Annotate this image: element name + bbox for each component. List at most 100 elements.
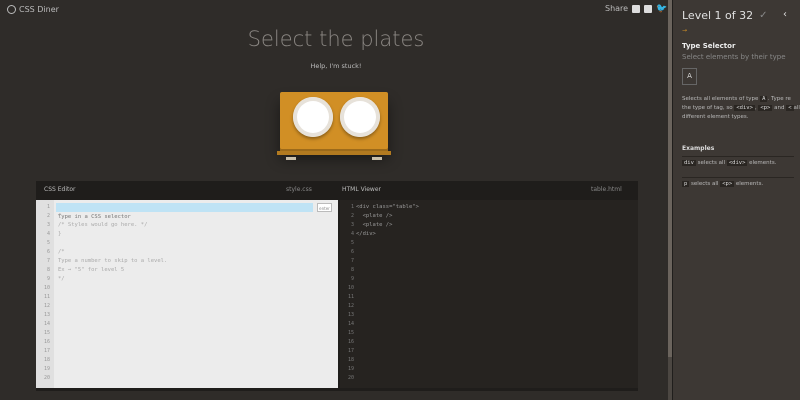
example-text: elements. [747,160,777,166]
code-tag: div [682,160,696,166]
code-tag: <p> [720,181,735,187]
code-line: /* Styles would go here. */ [58,222,148,228]
line-number: 6 [46,249,50,255]
code-line: <plate /> [356,222,393,228]
level-instruction: Select the plates [247,27,425,51]
description-text: and [772,105,787,111]
line-number: 12 [347,303,354,309]
code-line: Type a number to skip to a level. [58,258,168,264]
line-number: 9 [350,276,354,282]
html-viewer: 1 2 3 4 5 6 7 8 9 10 11 12 13 14 15 16 17 18 19 20 <div cla… [340,200,638,388]
html-viewer-title: HTML Viewer [342,186,381,193]
line-number: 13 [347,312,354,318]
code-tag: <p> [758,105,773,111]
level-label: Level 1 of 32 [682,9,754,22]
line-number: 7 [46,258,50,264]
line-number: 15 [43,330,50,336]
line-number: 20 [43,375,50,381]
app-name: CSS Diner [19,5,59,14]
plate [340,97,380,137]
css-gutter: 1 2 3 4 5 6 7 8 9 10 11 12 13 14 15 16 17 18 19 20 [36,200,54,388]
checkmark-icon: ✓ [759,10,768,21]
description-text: the type of tag, so [682,105,735,111]
code-tag: < [786,105,794,111]
line-number: 4 [46,231,50,237]
code-tag: <div> [734,105,755,111]
example-text: selects all [695,160,727,166]
line-number: 10 [347,285,354,291]
line-number: 17 [347,348,354,354]
enter-button[interactable]: enter [317,203,332,212]
level-sidebar: Level 1 of 32 ✓ ‹ → Type Selector Select… [672,0,800,400]
description-text: . Type re [767,96,791,102]
dinner-table [277,92,391,160]
twitter-icon[interactable]: 🐦 [656,4,667,13]
css-editor: 1234567891011121314151617181920 enter {/… [36,200,338,388]
line-number: 3 [46,222,50,228]
line-number: 19 [43,366,50,372]
code-line: } [58,231,62,237]
line-number: 7 [350,258,354,264]
plate [293,97,333,137]
line-number: 3 [350,222,354,228]
line-number: 9 [46,276,50,282]
logo-icon [7,5,16,14]
line-number: 5 [350,240,354,246]
line-number: 4 [350,231,354,237]
line-number: 2 [46,213,50,219]
example-divider [682,177,794,178]
selector-title: Select elements by their type [682,53,786,61]
example-text: elements. [734,181,764,187]
example-divider [682,156,794,157]
line-number: 18 [43,357,50,363]
line-number: 1 [350,204,354,210]
selector-name: Type Selector [682,42,736,50]
selector-input-row [56,203,317,222]
previous-level-arrow-icon[interactable]: ‹ [783,9,787,20]
app-logo[interactable]: CSS Diner [7,5,59,14]
code-line: { [58,213,62,219]
selector-syntax: A [682,68,697,85]
level-header: Level 1 of 32 ✓ [682,9,768,22]
line-number: 8 [46,267,50,273]
code-line: </div> [356,231,376,237]
mail-icon[interactable] [632,4,641,13]
line-number: 19 [347,366,354,372]
level-progress: → [682,27,688,34]
selector-description: Selects all elements of type A. Type re t… [682,95,800,122]
line-number: 12 [43,303,50,309]
line-number: 16 [347,339,354,345]
line-number: 11 [43,294,50,300]
line-number: 2 [350,213,354,219]
line-number: 16 [43,339,50,345]
table-leg [372,157,382,160]
facebook-icon[interactable] [644,4,653,13]
line-number: 5 [46,240,50,246]
line-number: 6 [350,249,354,255]
examples-title: Examples [682,145,715,152]
line-number: 13 [43,312,50,318]
code-tag: <div> [726,160,748,166]
code-line: <div class="table"> [356,204,419,210]
help-link[interactable]: Help, I'm stuck! [0,62,672,70]
line-number: 20 [347,375,354,381]
line-number: 14 [347,321,354,327]
table-edge [277,151,391,155]
example-text: selects all [689,181,721,187]
css-file-name: style.css [286,186,312,193]
line-number: 17 [43,348,50,354]
code-line: Ex → "5" for level 5 [58,267,125,273]
share-bar: Share 🐦 [605,4,667,13]
line-number: 10 [43,285,50,291]
code-line: */ [58,276,65,282]
example-item: p selects all <p> elements. [682,181,763,187]
line-number: 8 [350,267,354,273]
code-line: /* [58,249,65,255]
editor-panel: CSS Editor style.css HTML Viewer table.h… [36,181,638,391]
css-editor-title: CSS Editor [44,186,76,193]
code-line: <plate /> [356,213,393,219]
share-label: Share [605,4,629,13]
line-number: 11 [347,294,354,300]
selector-input[interactable] [56,212,317,222]
table-leg [286,157,296,160]
